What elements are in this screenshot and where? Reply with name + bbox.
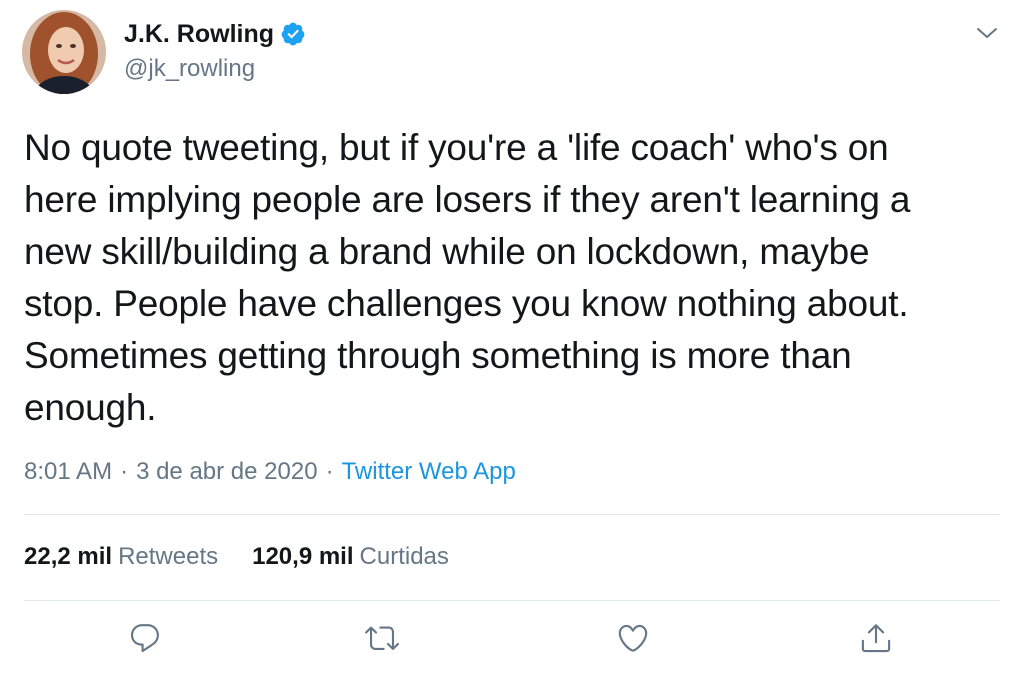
- author-row: J.K. Rowling: [124, 18, 306, 50]
- reply-icon: [130, 624, 159, 653]
- retweets-stat[interactable]: 22,2 mil Retweets: [24, 541, 218, 573]
- likes-label: Curtidas: [359, 543, 449, 570]
- likes-count: 120,9 mil: [252, 543, 354, 570]
- avatar[interactable]: [22, 10, 106, 94]
- like-icon: [618, 624, 648, 652]
- like-button[interactable]: [613, 618, 653, 658]
- share-button[interactable]: [856, 618, 896, 658]
- tweet-text: No quote tweeting, but if you're a 'life…: [24, 127, 911, 428]
- tweet-date[interactable]: 3 de abr de 2020: [136, 456, 318, 488]
- reply-button[interactable]: [125, 618, 165, 658]
- likes-stat[interactable]: 120,9 mil Curtidas: [252, 541, 449, 573]
- handle[interactable]: @jk_rowling: [124, 54, 255, 84]
- tweet-stats: 22,2 mil Retweets 120,9 mil Curtidas: [24, 541, 449, 573]
- tweet-time[interactable]: 8:01 AM: [24, 456, 112, 488]
- divider: [24, 514, 1000, 515]
- share-icon: [861, 624, 891, 653]
- action-bar: [0, 618, 1024, 670]
- chevron-down-icon[interactable]: [974, 22, 1000, 44]
- verified-badge-icon: [280, 21, 306, 47]
- tweet-source-link[interactable]: Twitter Web App: [342, 456, 516, 488]
- tweet-card: J.K. Rowling @jk_rowling No quote tweeti…: [0, 0, 1024, 680]
- retweets-label: Retweets: [118, 543, 219, 570]
- meta-separator: ·: [325, 458, 334, 485]
- meta-separator: ·: [120, 458, 129, 485]
- divider: [24, 600, 1000, 601]
- retweet-icon: [365, 626, 399, 650]
- retweets-count: 22,2 mil: [24, 543, 113, 570]
- display-name[interactable]: J.K. Rowling: [124, 18, 274, 50]
- retweet-button[interactable]: [362, 618, 402, 658]
- tweet-meta: 8:01 AM · 3 de abr de 2020 · Twitter Web…: [24, 456, 516, 488]
